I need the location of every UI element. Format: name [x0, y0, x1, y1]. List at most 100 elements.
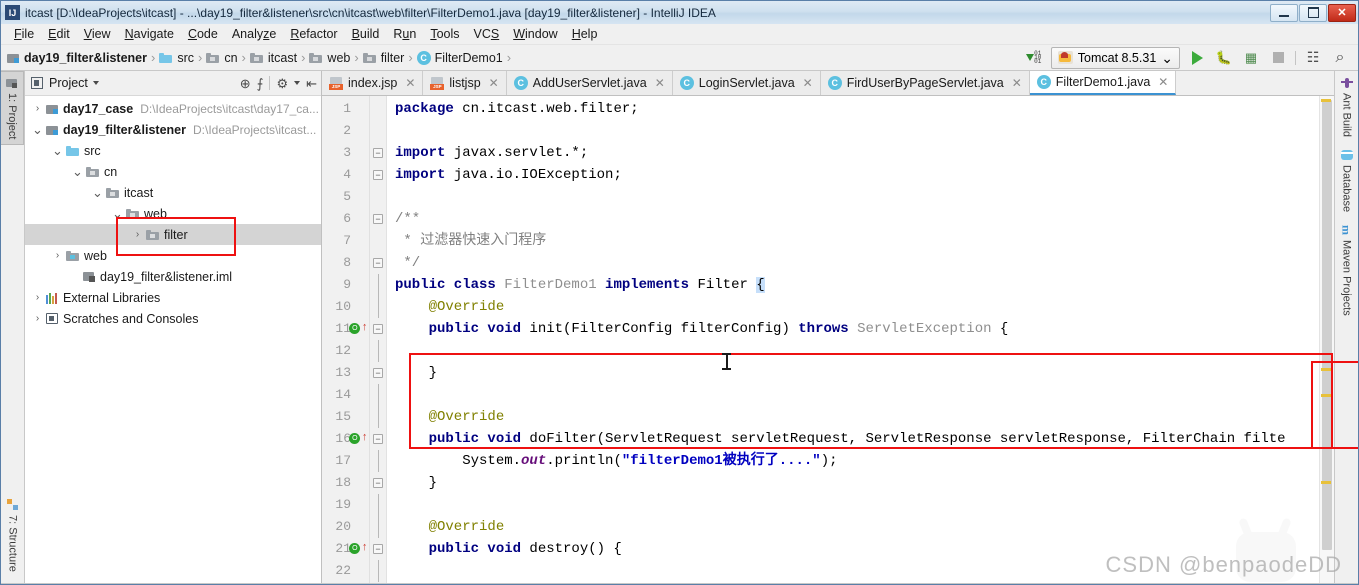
- sidebar-item-ant-build[interactable]: Ant Build: [1337, 71, 1357, 143]
- chevron-right-icon[interactable]: ›: [29, 313, 46, 324]
- code-line[interactable]: package cn.itcast.web.filter;: [387, 98, 1319, 120]
- code-line[interactable]: * 过滤器快速入门程序: [387, 230, 1319, 252]
- fold-region[interactable]: −: [370, 362, 386, 384]
- code-line[interactable]: public void destroy() {: [387, 538, 1319, 560]
- fold-region[interactable]: [370, 296, 386, 318]
- fold-collapse-icon[interactable]: −: [373, 170, 383, 180]
- fold-region[interactable]: [370, 406, 386, 428]
- fold-collapse-icon[interactable]: −: [373, 324, 383, 334]
- override-implement-icon[interactable]: O: [349, 433, 361, 444]
- breadcrumb-web[interactable]: web: [309, 51, 353, 65]
- marker-warning[interactable]: [1321, 99, 1331, 102]
- tree-node-scratches-consoles[interactable]: › Scratches and Consoles: [25, 308, 321, 329]
- close-icon[interactable]: ✕: [1158, 75, 1168, 89]
- fold-region[interactable]: [370, 186, 386, 208]
- run-button[interactable]: [1187, 48, 1207, 68]
- marker-warning[interactable]: [1321, 394, 1331, 397]
- editor-tab-adduserservlet[interactable]: C AddUserServlet.java ✕: [506, 71, 673, 95]
- close-icon[interactable]: ✕: [803, 76, 813, 90]
- source-code-text[interactable]: package cn.itcast.web.filter; import jav…: [387, 96, 1319, 583]
- breadcrumb-cn[interactable]: cn: [206, 51, 240, 65]
- code-line[interactable]: public class FilterDemo1 implements Filt…: [387, 274, 1319, 296]
- fold-region[interactable]: −: [370, 252, 386, 274]
- code-line[interactable]: System.out.println("filterDemo1被执行了...."…: [387, 450, 1319, 472]
- chevron-right-icon[interactable]: ›: [29, 292, 46, 303]
- fold-region[interactable]: −: [370, 318, 386, 340]
- line-number-gutter[interactable]: 1 2 3 4 5 6 7 8 9 10 11 O ↑ 12 13 14 15 16 O ↑ 17 18 19 20 21 O ↑ 2…: [322, 96, 370, 583]
- sidebar-item-project[interactable]: 1: Project: [1, 71, 24, 146]
- run-with-coverage-button[interactable]: ▦: [1241, 48, 1261, 68]
- breadcrumb-module[interactable]: day19_filter&listener: [7, 51, 150, 65]
- chevron-right-icon[interactable]: ›: [29, 103, 46, 114]
- run-configuration-selector[interactable]: Tomcat 8.5.31 ⌄: [1050, 46, 1180, 69]
- tree-node-day17-case[interactable]: › day17_case D:\IdeaProjects\itcast\day1…: [25, 98, 321, 119]
- toggle-binary-button[interactable]: 01 10 01: [1024, 48, 1044, 68]
- stop-button[interactable]: [1268, 48, 1288, 68]
- menu-help[interactable]: Help: [565, 25, 605, 43]
- editor-tab-filterdemo1[interactable]: C FilterDemo1.java ✕: [1029, 71, 1177, 95]
- fold-region[interactable]: [370, 516, 386, 538]
- fold-region[interactable]: −: [370, 142, 386, 164]
- menu-run[interactable]: Run: [386, 25, 423, 43]
- code-line[interactable]: }: [387, 472, 1319, 494]
- menu-window[interactable]: Window: [506, 25, 564, 43]
- sidebar-item-maven-projects[interactable]: m Maven Projects: [1337, 218, 1357, 322]
- marker-warning[interactable]: [1321, 481, 1331, 484]
- maximize-button[interactable]: [1299, 3, 1327, 22]
- code-line[interactable]: [387, 340, 1319, 362]
- code-line[interactable]: [387, 494, 1319, 516]
- chevron-down-icon[interactable]: ⌄: [109, 206, 126, 222]
- fold-collapse-icon[interactable]: −: [373, 544, 383, 554]
- code-line[interactable]: @Override: [387, 296, 1319, 318]
- override-implement-icon[interactable]: O: [349, 323, 361, 334]
- code-line[interactable]: }: [387, 362, 1319, 384]
- fold-collapse-icon[interactable]: −: [373, 368, 383, 378]
- chevron-right-icon[interactable]: ›: [129, 229, 146, 240]
- sidebar-item-structure[interactable]: 7: Structure: [1, 494, 24, 577]
- menu-analyze[interactable]: Analyze: [225, 25, 283, 43]
- override-arrow-icon[interactable]: ↑: [361, 543, 368, 554]
- code-folding-gutter[interactable]: − − − − − − − − − −: [370, 96, 387, 583]
- fold-region[interactable]: [370, 340, 386, 362]
- fold-region[interactable]: [370, 450, 386, 472]
- fold-region[interactable]: [370, 384, 386, 406]
- menu-edit[interactable]: Edit: [41, 25, 77, 43]
- fold-region[interactable]: [370, 120, 386, 142]
- override-arrow-icon[interactable]: ↑: [361, 323, 368, 334]
- fold-region[interactable]: −: [370, 538, 386, 560]
- override-gutter-marker[interactable]: O ↑: [349, 543, 368, 554]
- chevron-right-icon[interactable]: ›: [49, 250, 66, 261]
- hide-panel-icon[interactable]: ⇤: [306, 77, 317, 90]
- code-line[interactable]: }: [387, 582, 1319, 583]
- tree-node-web-folder[interactable]: › web: [25, 245, 321, 266]
- fold-region[interactable]: −: [370, 472, 386, 494]
- code-line[interactable]: public void init(FilterConfig filterConf…: [387, 318, 1319, 340]
- close-icon[interactable]: ✕: [405, 76, 415, 90]
- minimize-button[interactable]: [1270, 3, 1298, 22]
- tree-node-src[interactable]: ⌄ src: [25, 140, 321, 161]
- editor-tab-loginservlet[interactable]: C LoginServlet.java ✕: [672, 71, 821, 95]
- locate-icon[interactable]: ⊕: [240, 77, 251, 90]
- settings-gear-icon[interactable]: ⚙: [276, 77, 288, 90]
- menu-refactor[interactable]: Refactor: [283, 25, 344, 43]
- gear-chevron-icon[interactable]: [294, 81, 301, 85]
- close-icon[interactable]: ✕: [1012, 76, 1022, 90]
- tree-node-iml-file[interactable]: day19_filter&listener.iml: [25, 266, 321, 287]
- fold-region[interactable]: −: [370, 208, 386, 230]
- editor-tab-listjsp[interactable]: listjsp ✕: [423, 71, 507, 95]
- close-icon[interactable]: ✕: [655, 76, 665, 90]
- code-line[interactable]: public void doFilter(ServletRequest serv…: [387, 428, 1319, 450]
- menu-build[interactable]: Build: [345, 25, 387, 43]
- fold-region[interactable]: [370, 560, 386, 582]
- fold-region[interactable]: −: [370, 428, 386, 450]
- code-line[interactable]: [387, 120, 1319, 142]
- code-line[interactable]: [387, 186, 1319, 208]
- fold-region[interactable]: [370, 494, 386, 516]
- menu-vcs[interactable]: VCS: [467, 25, 507, 43]
- fold-collapse-icon[interactable]: −: [373, 258, 383, 268]
- fold-region[interactable]: −: [370, 582, 386, 583]
- breadcrumb-class[interactable]: C FilterDemo1: [416, 50, 506, 65]
- editor-tab-firduserbypageservlet[interactable]: C FirdUserByPageServlet.java ✕: [820, 71, 1030, 95]
- code-line[interactable]: import javax.servlet.*;: [387, 142, 1319, 164]
- debug-button[interactable]: 🐛: [1214, 48, 1234, 68]
